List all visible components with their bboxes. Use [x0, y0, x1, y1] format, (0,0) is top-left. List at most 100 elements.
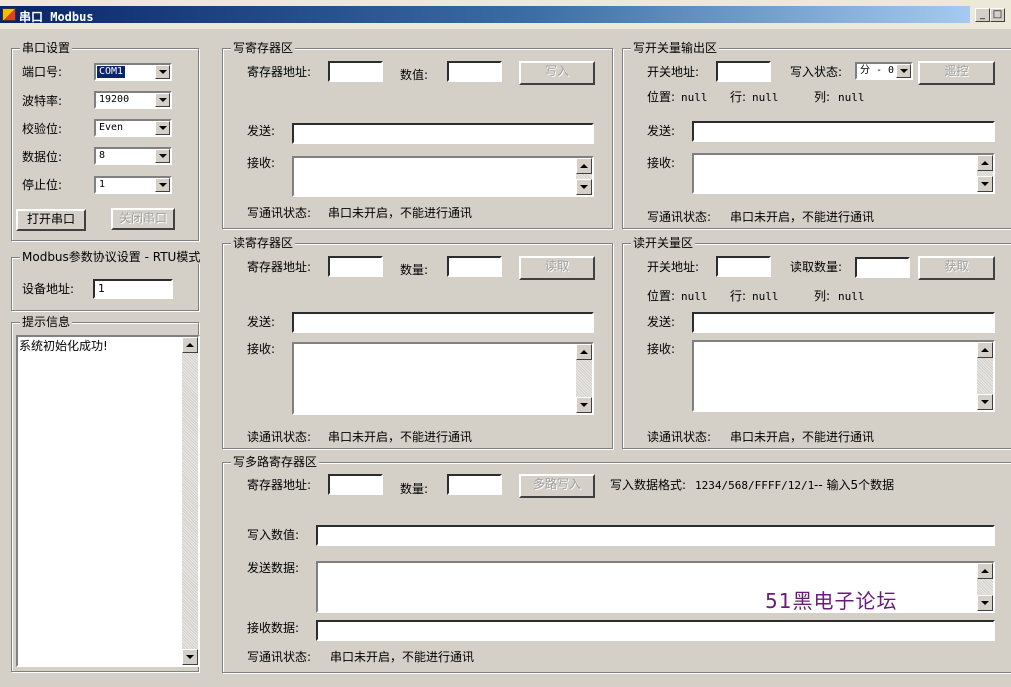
parity-select[interactable]: Even [94, 119, 172, 137]
multi-reg-send-scrollbar[interactable] [977, 563, 993, 611]
baud-select[interactable]: 19200 [94, 91, 172, 109]
chevron-down-icon[interactable] [155, 93, 170, 107]
chevron-down-icon[interactable] [155, 65, 170, 79]
chevron-down-icon[interactable] [155, 178, 170, 192]
scroll-up-icon[interactable] [977, 563, 993, 579]
app-icon [2, 8, 16, 21]
write-coil-recv-label: 接收: [647, 156, 676, 170]
write-coil-caption: 写开关量输出区 [631, 41, 720, 55]
write-coil-send-label: 发送: [647, 124, 676, 138]
write-reg-recv-scrollbar[interactable] [576, 158, 592, 195]
device-address-label: 设备地址: [22, 282, 75, 296]
title-bar-band [0, 6, 970, 23]
device-address-input[interactable]: 1 [93, 279, 173, 299]
read-reg-count-input[interactable] [447, 256, 502, 277]
data-bits-label: 数据位: [22, 150, 63, 164]
parity-value: Even [99, 122, 124, 133]
write-reg-send-field[interactable] [292, 123, 594, 144]
read-coil-pos-value: null [681, 290, 708, 303]
fetch-button[interactable]: 获取 [918, 256, 995, 280]
multi-reg-recv-field[interactable] [316, 620, 995, 641]
read-coil-status-label: 读通讯状态: [647, 430, 712, 444]
read-coil-count-input[interactable] [855, 257, 910, 278]
read-button[interactable]: 读取 [519, 256, 595, 280]
remote-control-button[interactable]: 遥控 [918, 61, 995, 85]
read-coil-address-label: 开关地址: [647, 260, 700, 274]
read-coil-recv-scrollbar[interactable] [977, 342, 993, 410]
chevron-down-icon[interactable] [155, 149, 170, 163]
write-coil-recv-textarea[interactable] [692, 153, 995, 194]
scroll-down-icon[interactable] [977, 176, 993, 192]
write-button[interactable]: 写入 [519, 61, 595, 85]
read-reg-send-field[interactable] [292, 312, 594, 333]
scroll-down-icon[interactable] [977, 595, 993, 611]
write-coil-col-value: null [838, 91, 865, 104]
read-coil-address-input[interactable] [716, 256, 771, 277]
scroll-up-icon[interactable] [576, 158, 592, 174]
multi-reg-recv-label: 接收数据: [247, 621, 300, 635]
minimize-button[interactable]: _ [975, 8, 990, 22]
read-reg-recv-label: 接收: [247, 342, 276, 356]
read-reg-recv-textarea[interactable] [292, 342, 594, 415]
scroll-up-icon[interactable] [977, 155, 993, 171]
read-reg-address-label: 寄存器地址: [247, 260, 312, 274]
read-coil-pos-label: 位置: [647, 289, 676, 303]
stop-bits-select[interactable]: 1 [94, 176, 172, 194]
scroll-down-icon[interactable] [576, 397, 592, 413]
format-value: 1234/568/FFFF/12/1 [695, 479, 815, 492]
multi-write-button[interactable]: 多路写入 [519, 474, 595, 498]
scroll-up-icon[interactable] [182, 337, 198, 353]
data-bits-select[interactable]: 8 [94, 147, 172, 165]
format-hint: -- 输入5个数据 [814, 478, 895, 492]
multi-reg-write-input[interactable] [316, 525, 995, 546]
write-coil-send-field[interactable] [692, 121, 995, 142]
scroll-down-icon[interactable] [576, 179, 592, 195]
port-select[interactable]: COM1 [94, 63, 172, 81]
multi-reg-address-input[interactable] [328, 474, 383, 495]
close-port-button[interactable]: 关闭串口 [111, 208, 175, 230]
title-bar: 串口 Modbus _ □ [0, 0, 1011, 29]
read-coil-col-value: null [838, 290, 865, 303]
write-reg-value-input[interactable] [447, 61, 502, 82]
write-coil-recv-scrollbar[interactable] [977, 155, 993, 192]
write-coil-state-select[interactable]: 分 - 0 [855, 62, 913, 80]
scroll-down-icon[interactable] [977, 394, 993, 410]
data-bits-value: 8 [99, 150, 106, 161]
multi-reg-write-label: 写入数值: [247, 528, 300, 542]
write-reg-recv-textarea[interactable] [292, 156, 594, 197]
scroll-down-icon[interactable] [182, 649, 198, 665]
read-coil-send-field[interactable] [692, 312, 995, 333]
info-caption: 提示信息 [20, 315, 73, 329]
stop-bits-value: 1 [99, 179, 106, 190]
read-reg-count-label: 数量: [400, 263, 429, 277]
read-coil-col-label: 列: [814, 289, 831, 303]
read-register-caption: 读寄存器区 [231, 236, 296, 250]
multi-reg-send-label: 发送数据: [247, 561, 300, 575]
write-coil-pos-label: 位置: [647, 90, 676, 104]
parity-label: 校验位: [22, 122, 63, 136]
write-coil-address-input[interactable] [716, 61, 771, 82]
multi-register-caption: 写多路寄存器区 [231, 455, 320, 469]
chevron-down-icon[interactable] [896, 64, 911, 78]
read-coil-recv-textarea[interactable] [692, 340, 995, 412]
read-reg-address-input[interactable] [328, 256, 383, 277]
read-reg-status-value: 串口未开启，不能进行通讯 [328, 430, 473, 444]
info-text: 系统初始化成功! [19, 339, 108, 353]
info-textarea[interactable]: 系统初始化成功! [16, 335, 200, 667]
multi-reg-status-value: 串口未开启，不能进行通讯 [330, 650, 475, 664]
maximize-button[interactable]: □ [990, 8, 1005, 22]
scroll-up-icon[interactable] [576, 344, 592, 360]
multi-reg-count-input[interactable] [447, 474, 502, 495]
scroll-up-icon[interactable] [977, 342, 993, 358]
info-scrollbar[interactable] [182, 337, 198, 665]
chevron-down-icon[interactable] [155, 121, 170, 135]
read-coil-count-label: 读取数量: [790, 260, 843, 274]
write-coil-col-label: 列: [814, 90, 831, 104]
read-reg-recv-scrollbar[interactable] [576, 344, 592, 413]
multi-reg-count-label: 数量: [400, 482, 429, 496]
read-coil-row-value: null [752, 290, 779, 303]
write-reg-address-input[interactable] [328, 61, 383, 82]
write-reg-status-value: 串口未开启，不能进行通讯 [328, 206, 473, 220]
baud-value: 19200 [99, 94, 130, 105]
open-port-button[interactable]: 打开串口 [16, 209, 86, 231]
